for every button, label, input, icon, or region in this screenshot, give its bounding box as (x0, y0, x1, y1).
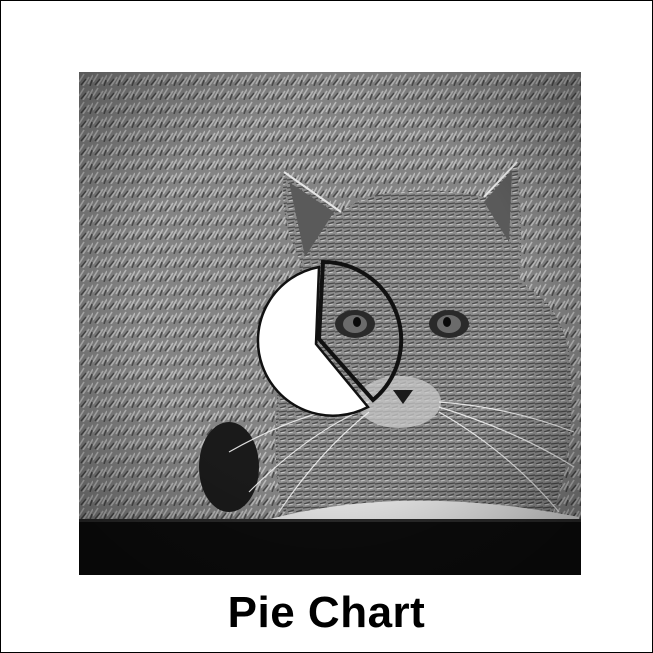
cat-photo (79, 72, 581, 575)
caption: Pie Chart (227, 588, 426, 637)
